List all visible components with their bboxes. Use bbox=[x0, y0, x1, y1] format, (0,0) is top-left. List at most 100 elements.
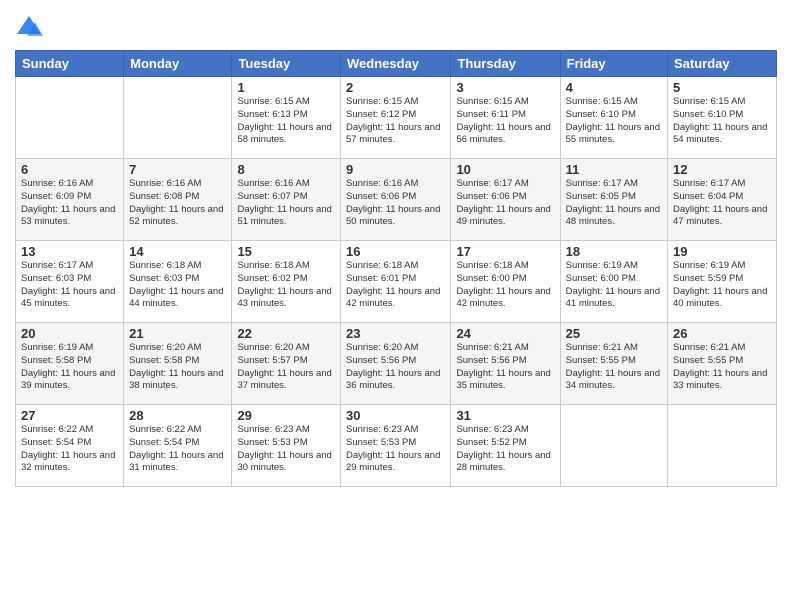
calendar-cell: 28Sunrise: 6:22 AM Sunset: 5:54 PM Dayli… bbox=[124, 405, 232, 487]
calendar-week-row: 27Sunrise: 6:22 AM Sunset: 5:54 PM Dayli… bbox=[16, 405, 777, 487]
day-number: 4 bbox=[566, 80, 662, 95]
calendar-cell: 17Sunrise: 6:18 AM Sunset: 6:00 PM Dayli… bbox=[451, 241, 560, 323]
calendar-cell: 7Sunrise: 6:16 AM Sunset: 6:08 PM Daylig… bbox=[124, 159, 232, 241]
day-number: 6 bbox=[21, 162, 118, 177]
calendar-cell: 3Sunrise: 6:15 AM Sunset: 6:11 PM Daylig… bbox=[451, 77, 560, 159]
header bbox=[15, 10, 777, 42]
day-info: Sunrise: 6:15 AM Sunset: 6:10 PM Dayligh… bbox=[673, 96, 771, 147]
calendar-cell: 25Sunrise: 6:21 AM Sunset: 5:55 PM Dayli… bbox=[560, 323, 667, 405]
day-number: 31 bbox=[456, 408, 554, 423]
day-number: 10 bbox=[456, 162, 554, 177]
calendar-cell: 20Sunrise: 6:19 AM Sunset: 5:58 PM Dayli… bbox=[16, 323, 124, 405]
day-number: 29 bbox=[237, 408, 335, 423]
day-info: Sunrise: 6:15 AM Sunset: 6:13 PM Dayligh… bbox=[237, 96, 335, 147]
weekday-header: Tuesday bbox=[232, 51, 341, 77]
day-number: 3 bbox=[456, 80, 554, 95]
day-info: Sunrise: 6:23 AM Sunset: 5:53 PM Dayligh… bbox=[237, 424, 335, 475]
calendar-cell bbox=[668, 405, 777, 487]
weekday-header-row: SundayMondayTuesdayWednesdayThursdayFrid… bbox=[16, 51, 777, 77]
day-info: Sunrise: 6:21 AM Sunset: 5:55 PM Dayligh… bbox=[673, 342, 771, 393]
day-info: Sunrise: 6:18 AM Sunset: 6:03 PM Dayligh… bbox=[129, 260, 226, 311]
day-number: 12 bbox=[673, 162, 771, 177]
calendar-cell: 10Sunrise: 6:17 AM Sunset: 6:06 PM Dayli… bbox=[451, 159, 560, 241]
day-number: 9 bbox=[346, 162, 445, 177]
calendar-cell: 11Sunrise: 6:17 AM Sunset: 6:05 PM Dayli… bbox=[560, 159, 667, 241]
weekday-header: Sunday bbox=[16, 51, 124, 77]
day-info: Sunrise: 6:23 AM Sunset: 5:53 PM Dayligh… bbox=[346, 424, 445, 475]
calendar-cell: 4Sunrise: 6:15 AM Sunset: 6:10 PM Daylig… bbox=[560, 77, 667, 159]
day-info: Sunrise: 6:15 AM Sunset: 6:10 PM Dayligh… bbox=[566, 96, 662, 147]
day-number: 30 bbox=[346, 408, 445, 423]
calendar-cell: 24Sunrise: 6:21 AM Sunset: 5:56 PM Dayli… bbox=[451, 323, 560, 405]
calendar-week-row: 1Sunrise: 6:15 AM Sunset: 6:13 PM Daylig… bbox=[16, 77, 777, 159]
day-info: Sunrise: 6:17 AM Sunset: 6:04 PM Dayligh… bbox=[673, 178, 771, 229]
calendar-cell bbox=[560, 405, 667, 487]
logo bbox=[15, 14, 47, 42]
calendar-cell: 6Sunrise: 6:16 AM Sunset: 6:09 PM Daylig… bbox=[16, 159, 124, 241]
day-info: Sunrise: 6:22 AM Sunset: 5:54 PM Dayligh… bbox=[21, 424, 118, 475]
calendar-cell bbox=[16, 77, 124, 159]
calendar-cell: 14Sunrise: 6:18 AM Sunset: 6:03 PM Dayli… bbox=[124, 241, 232, 323]
day-info: Sunrise: 6:20 AM Sunset: 5:57 PM Dayligh… bbox=[237, 342, 335, 393]
day-info: Sunrise: 6:15 AM Sunset: 6:11 PM Dayligh… bbox=[456, 96, 554, 147]
calendar-week-row: 20Sunrise: 6:19 AM Sunset: 5:58 PM Dayli… bbox=[16, 323, 777, 405]
day-info: Sunrise: 6:16 AM Sunset: 6:09 PM Dayligh… bbox=[21, 178, 118, 229]
day-info: Sunrise: 6:21 AM Sunset: 5:56 PM Dayligh… bbox=[456, 342, 554, 393]
day-info: Sunrise: 6:20 AM Sunset: 5:58 PM Dayligh… bbox=[129, 342, 226, 393]
day-number: 8 bbox=[237, 162, 335, 177]
day-number: 21 bbox=[129, 326, 226, 341]
weekday-header: Friday bbox=[560, 51, 667, 77]
calendar-cell: 16Sunrise: 6:18 AM Sunset: 6:01 PM Dayli… bbox=[341, 241, 451, 323]
day-number: 25 bbox=[566, 326, 662, 341]
day-number: 1 bbox=[237, 80, 335, 95]
day-info: Sunrise: 6:15 AM Sunset: 6:12 PM Dayligh… bbox=[346, 96, 445, 147]
calendar-cell: 2Sunrise: 6:15 AM Sunset: 6:12 PM Daylig… bbox=[341, 77, 451, 159]
day-number: 13 bbox=[21, 244, 118, 259]
day-number: 15 bbox=[237, 244, 335, 259]
day-info: Sunrise: 6:16 AM Sunset: 6:07 PM Dayligh… bbox=[237, 178, 335, 229]
day-number: 18 bbox=[566, 244, 662, 259]
calendar-cell: 9Sunrise: 6:16 AM Sunset: 6:06 PM Daylig… bbox=[341, 159, 451, 241]
day-info: Sunrise: 6:18 AM Sunset: 6:02 PM Dayligh… bbox=[237, 260, 335, 311]
calendar-cell: 19Sunrise: 6:19 AM Sunset: 5:59 PM Dayli… bbox=[668, 241, 777, 323]
calendar-cell: 29Sunrise: 6:23 AM Sunset: 5:53 PM Dayli… bbox=[232, 405, 341, 487]
calendar-cell bbox=[124, 77, 232, 159]
calendar-cell: 23Sunrise: 6:20 AM Sunset: 5:56 PM Dayli… bbox=[341, 323, 451, 405]
day-info: Sunrise: 6:16 AM Sunset: 6:06 PM Dayligh… bbox=[346, 178, 445, 229]
day-number: 23 bbox=[346, 326, 445, 341]
calendar-week-row: 13Sunrise: 6:17 AM Sunset: 6:03 PM Dayli… bbox=[16, 241, 777, 323]
logo-icon bbox=[15, 14, 43, 42]
calendar-cell: 18Sunrise: 6:19 AM Sunset: 6:00 PM Dayli… bbox=[560, 241, 667, 323]
calendar-cell: 12Sunrise: 6:17 AM Sunset: 6:04 PM Dayli… bbox=[668, 159, 777, 241]
calendar-cell: 15Sunrise: 6:18 AM Sunset: 6:02 PM Dayli… bbox=[232, 241, 341, 323]
calendar-cell: 27Sunrise: 6:22 AM Sunset: 5:54 PM Dayli… bbox=[16, 405, 124, 487]
day-info: Sunrise: 6:20 AM Sunset: 5:56 PM Dayligh… bbox=[346, 342, 445, 393]
weekday-header: Thursday bbox=[451, 51, 560, 77]
page: SundayMondayTuesdayWednesdayThursdayFrid… bbox=[0, 0, 792, 612]
calendar-cell: 1Sunrise: 6:15 AM Sunset: 6:13 PM Daylig… bbox=[232, 77, 341, 159]
day-number: 19 bbox=[673, 244, 771, 259]
calendar-cell: 5Sunrise: 6:15 AM Sunset: 6:10 PM Daylig… bbox=[668, 77, 777, 159]
calendar: SundayMondayTuesdayWednesdayThursdayFrid… bbox=[15, 50, 777, 487]
calendar-week-row: 6Sunrise: 6:16 AM Sunset: 6:09 PM Daylig… bbox=[16, 159, 777, 241]
day-info: Sunrise: 6:19 AM Sunset: 5:59 PM Dayligh… bbox=[673, 260, 771, 311]
day-info: Sunrise: 6:17 AM Sunset: 6:06 PM Dayligh… bbox=[456, 178, 554, 229]
day-number: 16 bbox=[346, 244, 445, 259]
day-number: 26 bbox=[673, 326, 771, 341]
day-info: Sunrise: 6:18 AM Sunset: 6:00 PM Dayligh… bbox=[456, 260, 554, 311]
day-info: Sunrise: 6:21 AM Sunset: 5:55 PM Dayligh… bbox=[566, 342, 662, 393]
day-info: Sunrise: 6:17 AM Sunset: 6:05 PM Dayligh… bbox=[566, 178, 662, 229]
day-info: Sunrise: 6:22 AM Sunset: 5:54 PM Dayligh… bbox=[129, 424, 226, 475]
day-number: 14 bbox=[129, 244, 226, 259]
calendar-cell: 21Sunrise: 6:20 AM Sunset: 5:58 PM Dayli… bbox=[124, 323, 232, 405]
calendar-cell: 31Sunrise: 6:23 AM Sunset: 5:52 PM Dayli… bbox=[451, 405, 560, 487]
day-info: Sunrise: 6:19 AM Sunset: 5:58 PM Dayligh… bbox=[21, 342, 118, 393]
day-number: 20 bbox=[21, 326, 118, 341]
day-info: Sunrise: 6:17 AM Sunset: 6:03 PM Dayligh… bbox=[21, 260, 118, 311]
calendar-cell: 22Sunrise: 6:20 AM Sunset: 5:57 PM Dayli… bbox=[232, 323, 341, 405]
day-number: 24 bbox=[456, 326, 554, 341]
day-number: 2 bbox=[346, 80, 445, 95]
calendar-cell: 13Sunrise: 6:17 AM Sunset: 6:03 PM Dayli… bbox=[16, 241, 124, 323]
day-number: 17 bbox=[456, 244, 554, 259]
day-info: Sunrise: 6:18 AM Sunset: 6:01 PM Dayligh… bbox=[346, 260, 445, 311]
